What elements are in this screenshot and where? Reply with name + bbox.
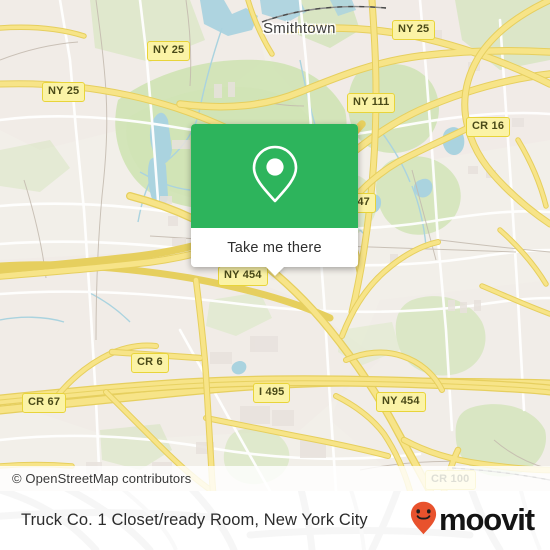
map-pin-icon <box>248 143 302 210</box>
shield-ny-25-east[interactable]: NY 25 <box>392 20 436 40</box>
shield-cr-67[interactable]: CR 67 <box>22 393 67 413</box>
location-popup[interactable]: Take me there <box>191 124 358 276</box>
shield-cr-6[interactable]: CR 6 <box>131 353 169 373</box>
moovit-wordmark: moovit <box>438 502 535 537</box>
shield-ny-454-north[interactable]: NY 454 <box>218 266 268 286</box>
footer-bar: Truck Co. 1 Closet/ready Room, New York … <box>0 491 550 550</box>
osm-attribution-text[interactable]: © OpenStreetMap contributors <box>0 471 191 486</box>
shield-i-495[interactable]: I 495 <box>253 383 291 403</box>
location-title: Truck Co. 1 Closet/ready Room, New York … <box>21 511 368 529</box>
shield-ny-111[interactable]: NY 111 <box>347 93 396 113</box>
popup-footer[interactable]: Take me there <box>191 228 358 267</box>
shield-ny-25-far-west[interactable]: NY 25 <box>42 82 86 102</box>
moovit-map-screenshot: .landfill { fill:#f2efe9; } .greenfill {… <box>0 0 550 550</box>
shield-cr-16[interactable]: CR 16 <box>466 117 511 137</box>
place-label-smithtown: Smithtown <box>263 20 336 37</box>
moovit-logo[interactable]: moovit <box>410 491 535 550</box>
shield-ny-454-south[interactable]: NY 454 <box>376 392 426 412</box>
take-me-there-label: Take me there <box>227 239 322 256</box>
moovit-smiley-pin-icon <box>410 501 437 540</box>
map-canvas[interactable]: .landfill { fill:#f2efe9; } .greenfill {… <box>0 0 550 491</box>
map-attribution-bar: © OpenStreetMap contributors <box>0 466 550 491</box>
popup-header <box>191 124 358 228</box>
shield-ny-25-west[interactable]: NY 25 <box>147 41 191 61</box>
popup-pointer-tail <box>264 266 285 276</box>
